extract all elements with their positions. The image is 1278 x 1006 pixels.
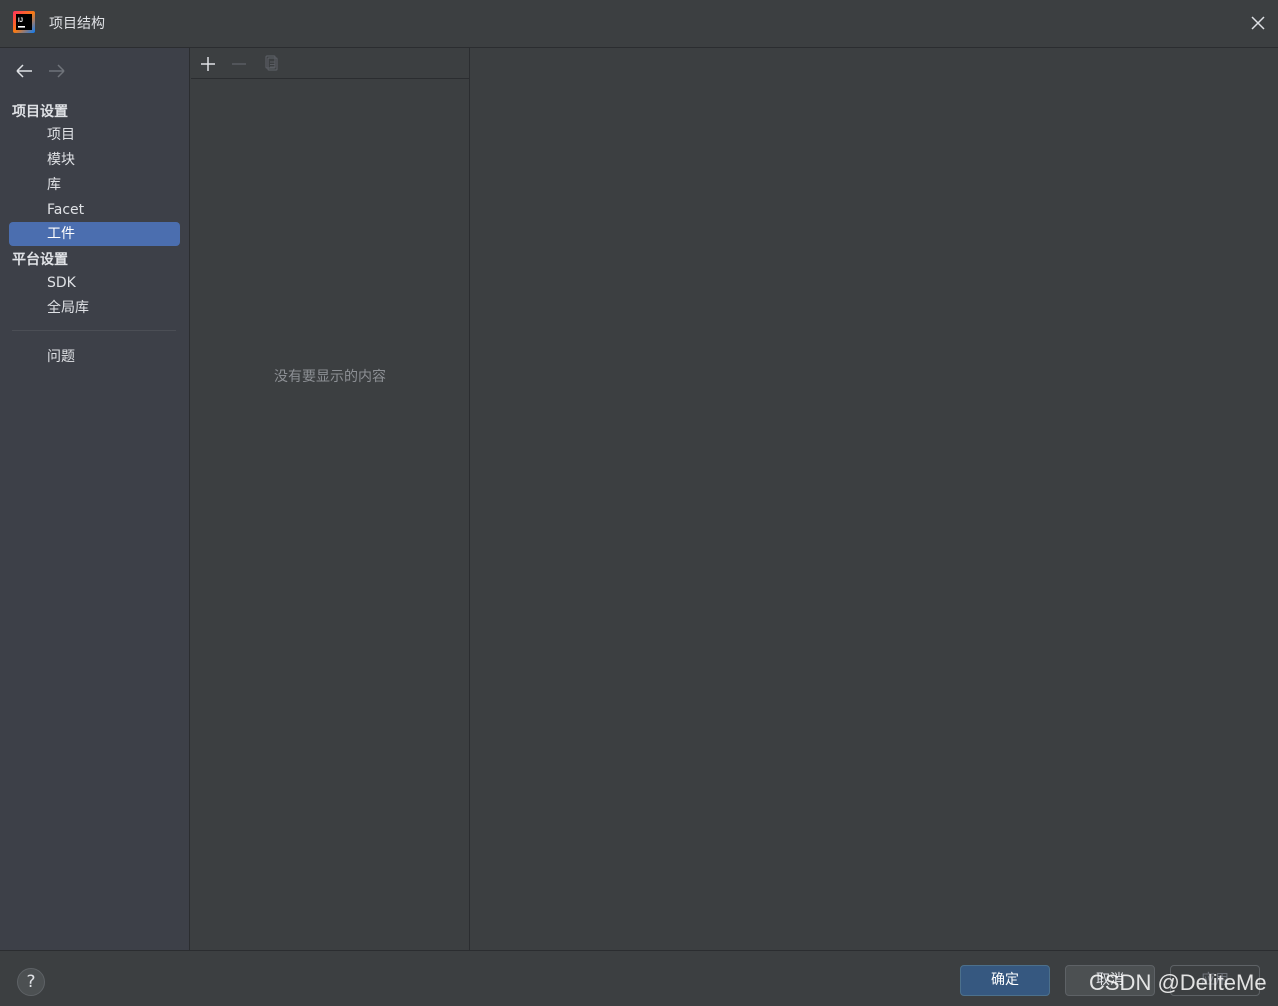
sidebar-item-global-libraries[interactable]: 全局库 (9, 296, 180, 320)
sidebar-item-problems[interactable]: 问题 (9, 345, 180, 369)
platform-settings-header: 平台设置 (12, 252, 68, 268)
sidebar-item-artifacts[interactable]: 工件 (9, 222, 180, 246)
window-title: 项目结构 (49, 16, 105, 32)
title-bar: IJ 项目结构 (0, 0, 1278, 48)
empty-list-message: 没有要显示的内容 (274, 369, 386, 385)
sidebar-item-libraries[interactable]: 库 (9, 173, 180, 197)
sidebar-item-project[interactable]: 项目 (9, 123, 180, 147)
minus-icon[interactable] (229, 54, 249, 74)
artifacts-list-panel: 没有要显示的内容 (191, 48, 470, 950)
arrow-right-icon[interactable] (47, 62, 67, 80)
dialog-footer: ? 确定 取消 应用 (0, 950, 1278, 1006)
details-pane (471, 48, 1278, 950)
plus-icon[interactable] (198, 54, 218, 74)
sidebar-item-modules[interactable]: 模块 (9, 148, 180, 172)
project-settings-header: 项目设置 (12, 104, 68, 120)
sidebar-divider (12, 330, 176, 331)
cancel-button[interactable]: 取消 (1065, 965, 1155, 996)
close-icon[interactable] (1247, 12, 1269, 34)
arrow-left-icon[interactable] (14, 62, 34, 80)
svg-text:IJ: IJ (18, 18, 23, 24)
sidebar: 项目设置 项目 模块 库 Facet 工件 平台设置 SDK 全局库 问题 (0, 48, 190, 950)
ok-button[interactable]: 确定 (960, 965, 1050, 996)
sidebar-item-facets[interactable]: Facet (9, 198, 180, 222)
apply-button[interactable]: 应用 (1170, 965, 1260, 996)
copy-icon[interactable] (263, 54, 283, 74)
list-toolbar (191, 48, 470, 79)
help-button[interactable]: ? (17, 968, 45, 996)
intellij-app-icon: IJ (13, 11, 35, 33)
sidebar-item-sdk[interactable]: SDK (9, 271, 180, 295)
